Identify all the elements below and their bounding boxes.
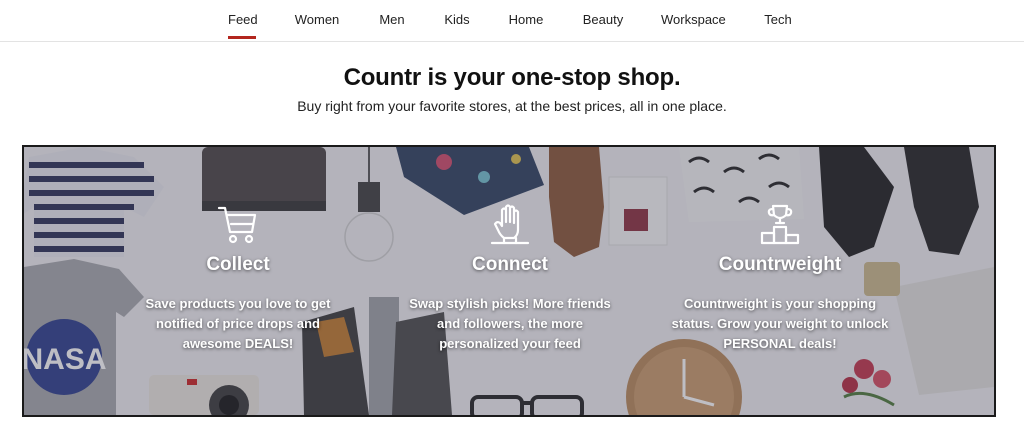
feature-title: Countrweight xyxy=(718,254,842,275)
page-title: Countr is your one-stop shop. xyxy=(343,64,681,91)
nav-tab-tech[interactable]: Tech xyxy=(763,12,793,27)
feature-description-line: personalized your feed xyxy=(439,336,581,351)
feature-collect: Collect Save products you love to get no… xyxy=(118,202,358,354)
feature-description-line: awesome DEALS! xyxy=(182,336,294,351)
feature-description: Countrweight is your shopping status. Gr… xyxy=(660,294,900,354)
nav-tab-kids[interactable]: Kids xyxy=(443,12,471,27)
feature-title: Collect xyxy=(206,254,270,275)
nav-tab-women[interactable]: Women xyxy=(294,12,340,27)
feature-connect: Connect Swap stylish picks! More friends… xyxy=(390,202,630,354)
category-nav: Feed Women Men Kids Home Beauty Workspac… xyxy=(0,0,1024,42)
features-banner: NASA Collect Save products you love to g… xyxy=(22,145,996,417)
feature-description-line: Save products you love to get xyxy=(145,296,331,311)
feature-countrweight: Countrweight Countrweight is your shoppi… xyxy=(660,202,900,354)
hand-icon xyxy=(490,204,530,245)
feature-description: Save products you love to get notified o… xyxy=(118,294,358,354)
feature-description-line: Swap stylish picks! More friends xyxy=(409,296,611,311)
nav-tab-home[interactable]: Home xyxy=(508,12,544,27)
nav-tab-workspace[interactable]: Workspace xyxy=(661,12,726,27)
feature-description-line: status. Grow your weight to unlock xyxy=(671,316,889,331)
nav-tab-feed[interactable]: Feed xyxy=(228,12,258,39)
feature-description-line: notified of price drops and xyxy=(156,316,320,331)
feature-description-line: and followers, the more xyxy=(437,316,583,331)
nav-tab-men[interactable]: Men xyxy=(378,12,406,27)
page-subtitle: Buy right from your favorite stores, at … xyxy=(297,98,727,114)
feature-description-line: PERSONAL deals! xyxy=(723,336,837,351)
nav-tab-beauty[interactable]: Beauty xyxy=(582,12,624,27)
shopping-cart-icon xyxy=(217,206,257,244)
feature-title: Connect xyxy=(472,254,548,275)
feature-description-line: Countrweight is your shopping xyxy=(683,296,877,311)
trophy-podium-icon xyxy=(760,204,800,245)
feature-description: Swap stylish picks! More friends and fol… xyxy=(390,294,630,354)
